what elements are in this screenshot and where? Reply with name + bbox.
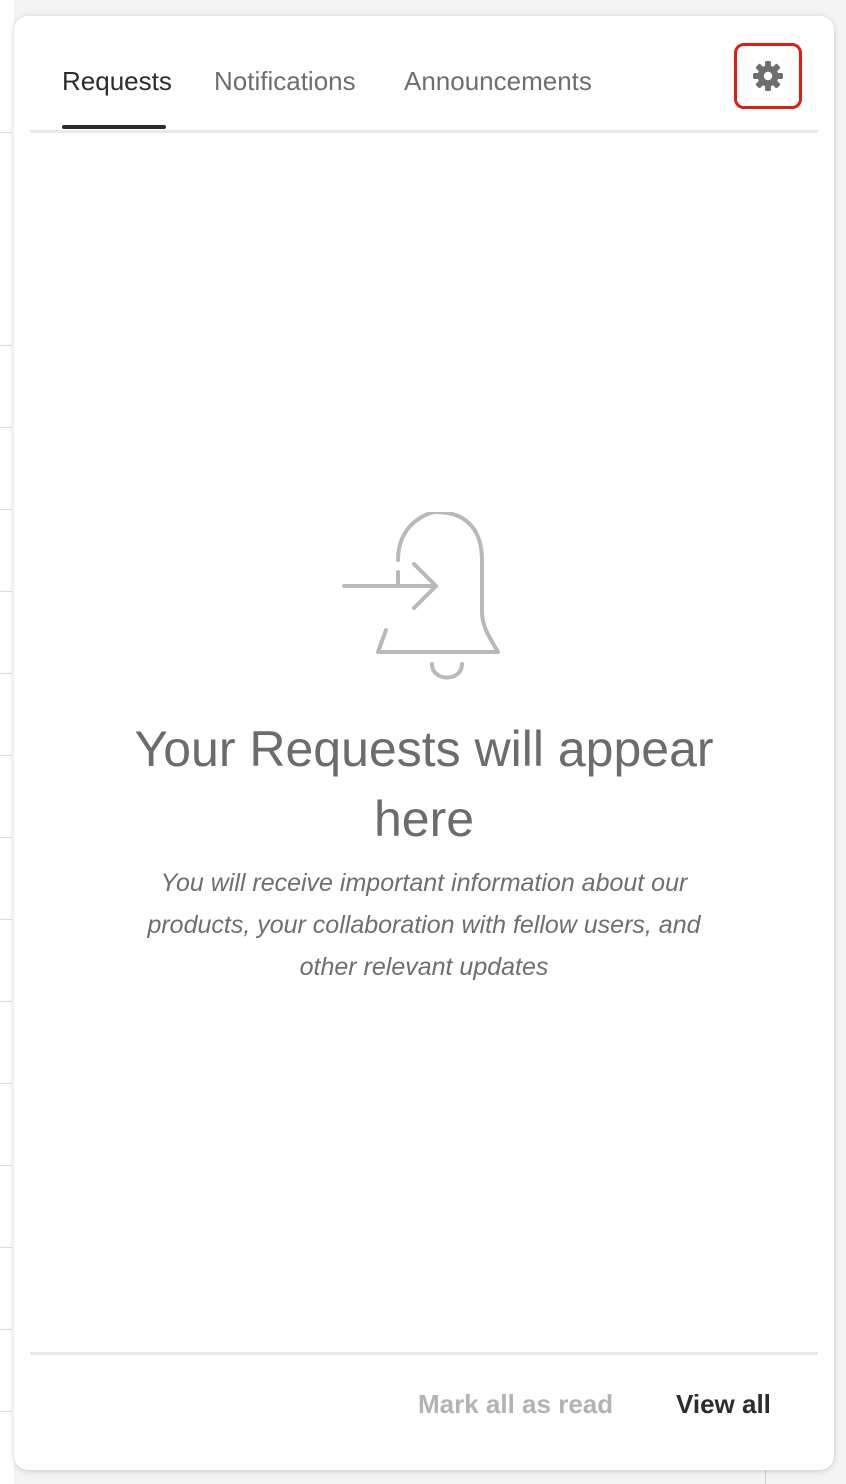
bell-arrow-icon <box>342 512 500 680</box>
background-divider <box>765 1468 766 1484</box>
tab-notifications[interactable]: Notifications <box>214 62 356 100</box>
background-divider <box>0 1247 12 1248</box>
background-page-edge <box>0 0 14 1484</box>
tab-bar: Requests Notifications Announcements <box>30 16 818 133</box>
background-divider <box>0 427 12 428</box>
notifications-panel: Requests Notifications Announcements You… <box>14 16 834 1470</box>
background-divider <box>0 591 12 592</box>
tab-requests[interactable]: Requests <box>62 62 172 100</box>
background-divider <box>0 1411 12 1412</box>
background-divider <box>0 755 12 756</box>
background-divider <box>0 1083 12 1084</box>
background-divider <box>0 132 12 133</box>
background-divider <box>0 673 12 674</box>
mark-all-as-read-button[interactable]: Mark all as read <box>418 1384 613 1424</box>
background-divider <box>0 837 12 838</box>
background-divider <box>0 345 12 346</box>
active-tab-indicator <box>62 125 166 129</box>
background-divider <box>0 509 12 510</box>
background-divider <box>0 1165 12 1166</box>
background-divider <box>0 1001 12 1002</box>
background-divider <box>0 919 12 920</box>
footer-divider <box>30 1352 818 1355</box>
empty-state-title: Your Requests will appear here <box>134 721 714 847</box>
view-all-button[interactable]: View all <box>676 1384 771 1424</box>
tab-announcements[interactable]: Announcements <box>404 62 592 100</box>
gear-icon <box>753 61 783 91</box>
settings-button[interactable] <box>734 43 802 109</box>
empty-state-description: You will receive important information a… <box>147 869 701 981</box>
background-divider <box>0 1329 12 1330</box>
